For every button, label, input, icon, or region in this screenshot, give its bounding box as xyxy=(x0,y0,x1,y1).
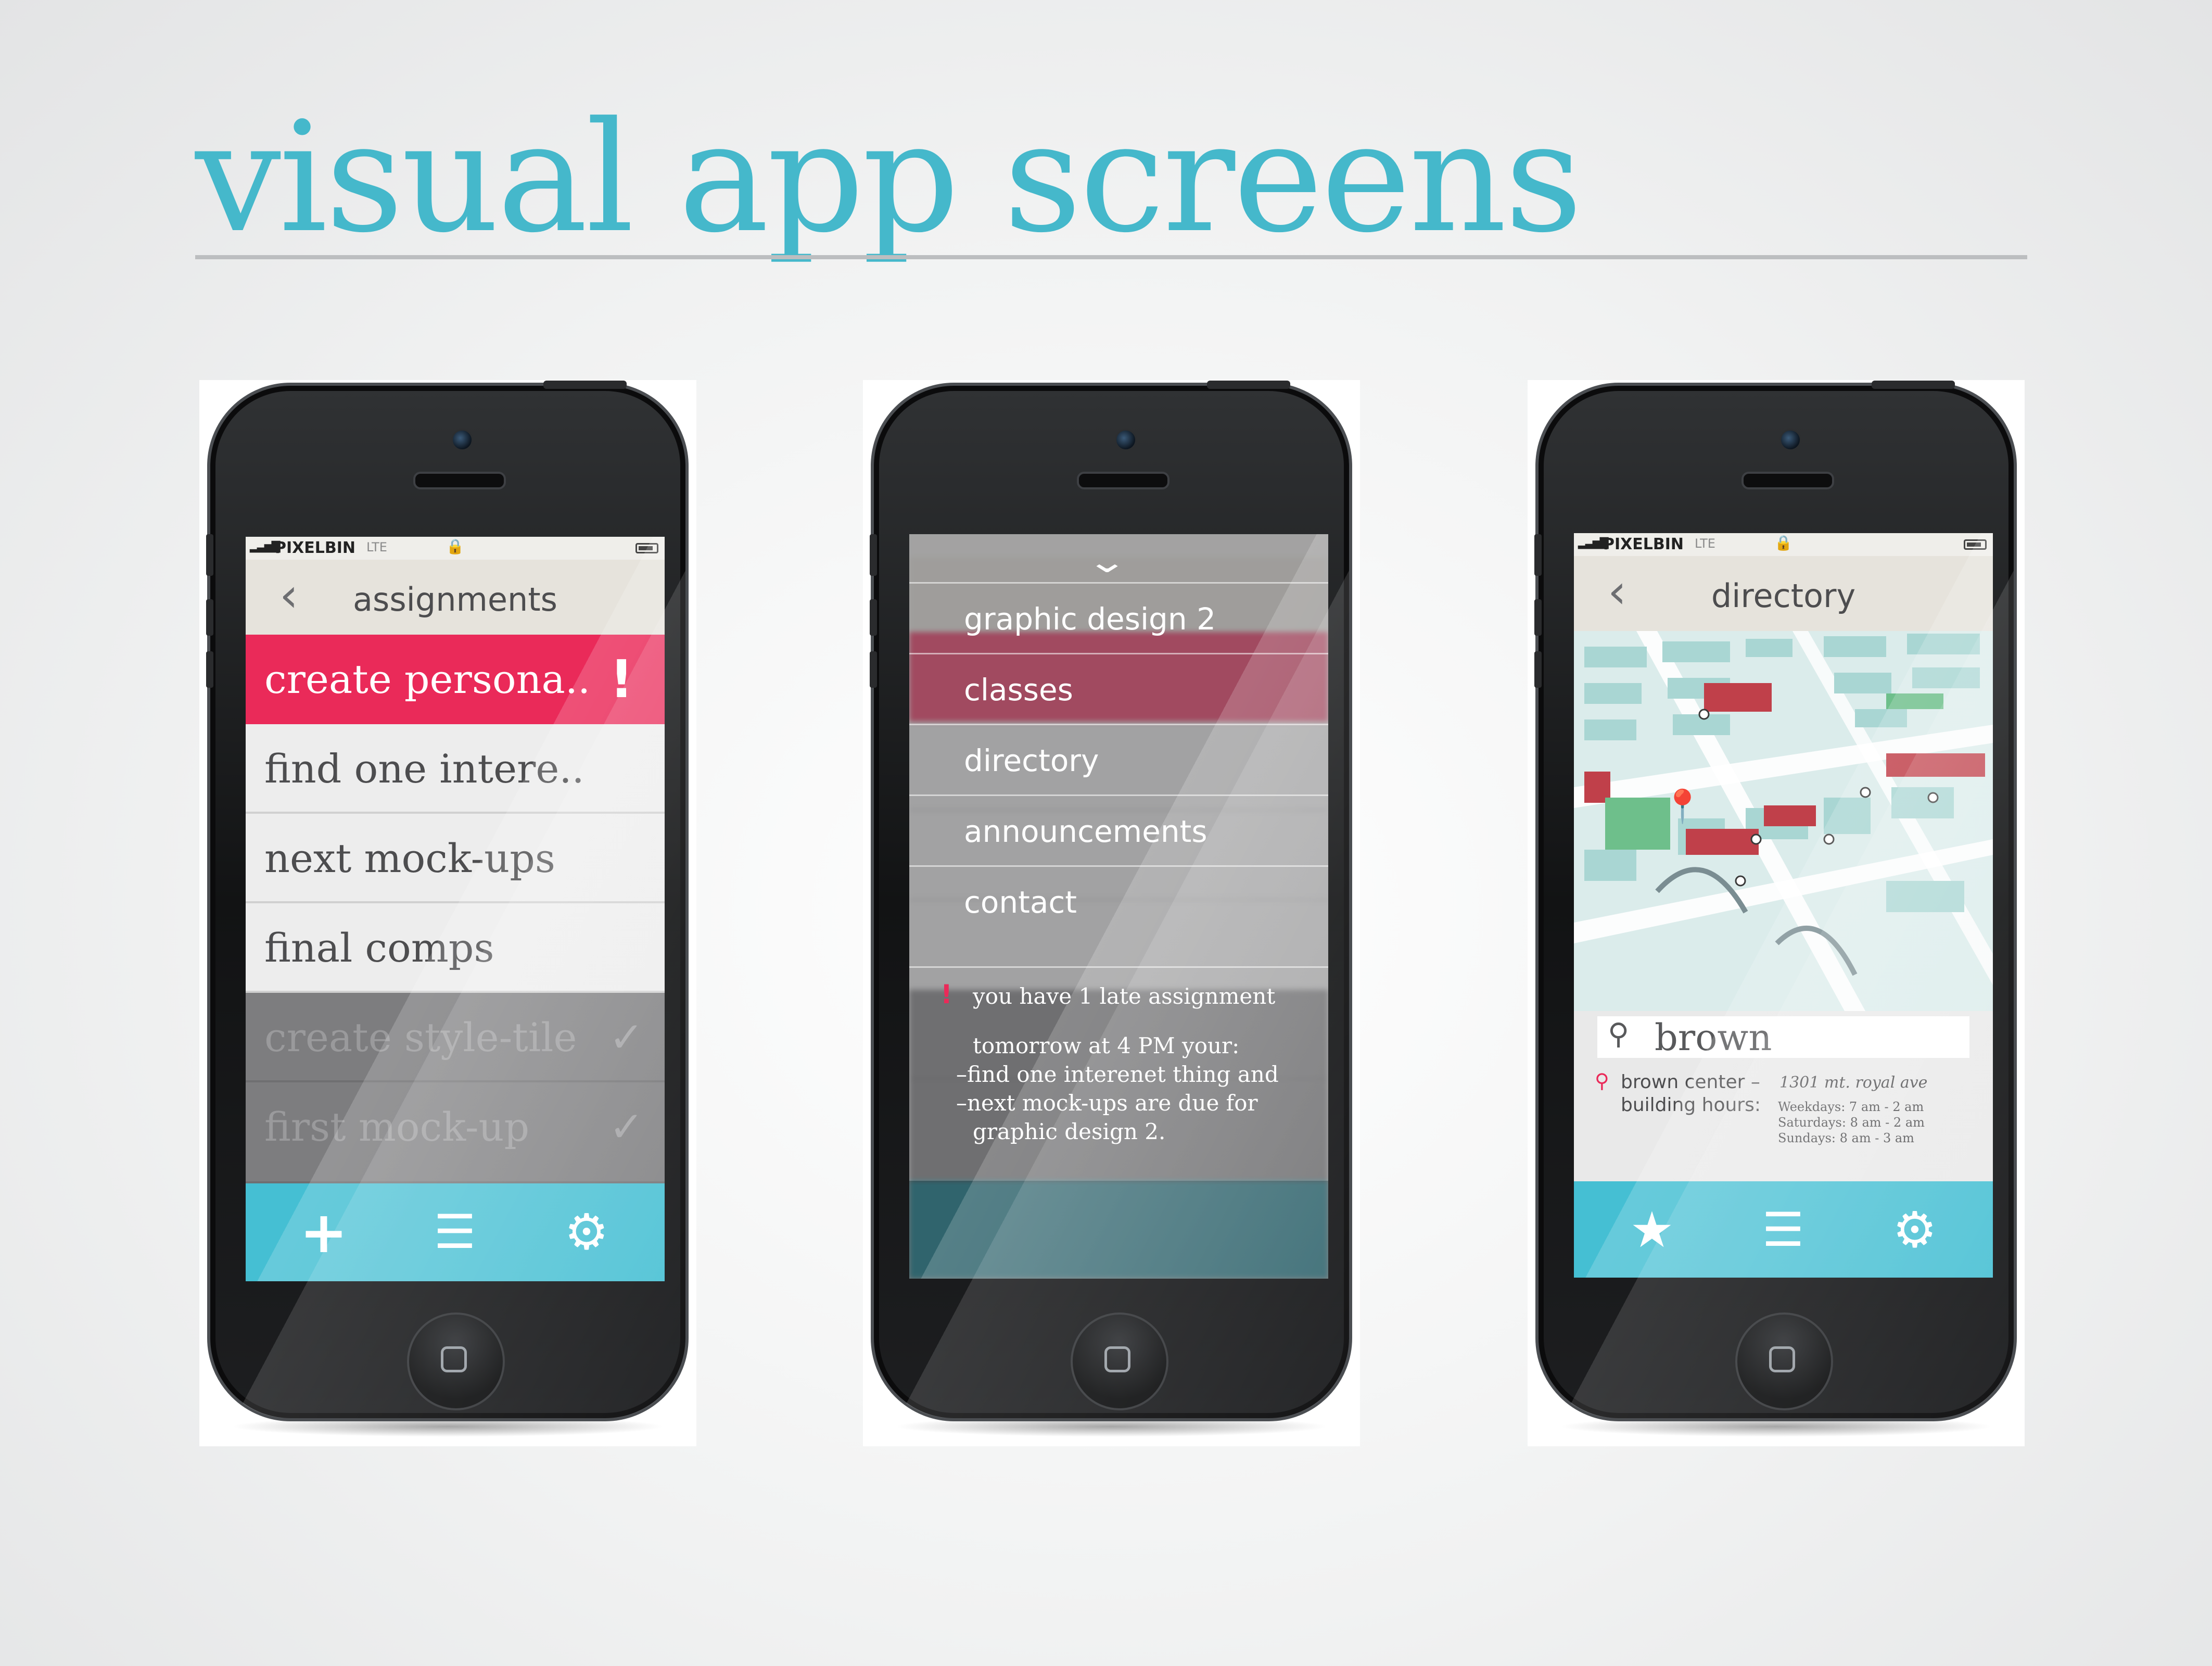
result-name: brown center – xyxy=(1621,1071,1760,1093)
check-icon: ✓ xyxy=(608,1103,644,1151)
front-camera xyxy=(1115,429,1137,451)
network-label: LTE xyxy=(1695,536,1715,551)
front-camera xyxy=(451,429,473,451)
battery-icon xyxy=(1964,539,1987,550)
list-item-done[interactable]: first mock-up ✓ xyxy=(246,1082,665,1183)
volume-up-button xyxy=(870,599,877,636)
location-pin-icon: ⚲ xyxy=(1595,1069,1609,1092)
nav-title: assignments xyxy=(353,580,557,619)
list-item[interactable]: next mock-ups xyxy=(246,814,665,903)
search-input[interactable]: ⚲ brown xyxy=(1597,1016,1969,1059)
hours-line: Saturdays: 8 am - 2 am xyxy=(1778,1115,1925,1130)
hours-line: Sundays: 8 am - 3 am xyxy=(1778,1131,1914,1145)
alert-icon: ! xyxy=(940,979,952,1009)
list-item-urgent[interactable]: create persona.. ! xyxy=(246,635,665,724)
lock-icon: 🔒 xyxy=(446,538,464,555)
power-button xyxy=(543,381,627,389)
menu-item-graphic-design[interactable]: graphic design 2 xyxy=(909,582,1328,653)
phone-menu: ⌄ graphic design 2 classes directory ann… xyxy=(863,380,1360,1446)
list-item-label: create persona.. xyxy=(264,656,591,702)
search-icon: ⚲ xyxy=(1608,1017,1630,1051)
list-icon[interactable]: ☰ xyxy=(403,1183,507,1281)
star-icon[interactable]: ★ xyxy=(1600,1181,1704,1278)
menu-item-contact[interactable]: contact xyxy=(909,865,1328,936)
late-notice: ! you have 1 late assignment tomorrow at… xyxy=(909,966,1328,1144)
notice-line: –next mock-ups are due for xyxy=(956,1090,1258,1116)
campus-map[interactable]: 📍 xyxy=(1574,631,1993,1011)
app-screen: ▂▃▅▇ PIXELBIN LTE 🔒 ‹ assignments create… xyxy=(246,537,665,1281)
list-item-label: final comps xyxy=(264,925,494,971)
list-item-label: next mock-ups xyxy=(264,835,555,881)
mute-switch xyxy=(870,534,877,576)
late-assignment-text: you have 1 late assignment xyxy=(973,983,1276,1009)
carrier-label: PIXELBIN xyxy=(1603,535,1684,553)
result-address: 1301 mt. royal ave xyxy=(1779,1074,1928,1092)
power-button xyxy=(1207,381,1290,389)
search-value: brown xyxy=(1655,1016,1772,1059)
volume-down-button xyxy=(1534,651,1542,688)
app-screen: ▂▃▅▇ PIXELBIN LTE 🔒 ‹ directory 📍 ⚲ brow… xyxy=(1574,533,1993,1278)
network-label: LTE xyxy=(366,540,387,554)
home-button[interactable] xyxy=(1735,1312,1833,1410)
phone-frame: ▂▃▅▇ PIXELBIN LTE 🔒 ‹ directory 📍 ⚲ brow… xyxy=(1534,381,2017,1421)
menu-item-classes[interactable]: classes xyxy=(909,653,1328,724)
chevron-down-icon[interactable]: ⌄ xyxy=(1086,544,1128,580)
volume-up-button xyxy=(206,599,213,636)
gear-icon[interactable]: ⚙ xyxy=(535,1183,639,1281)
tab-bar: + ☰ ⚙ xyxy=(246,1183,665,1281)
home-button[interactable] xyxy=(1071,1312,1168,1410)
phone-assignments: ▂▃▅▇ PIXELBIN LTE 🔒 ‹ assignments create… xyxy=(199,380,696,1446)
nav-title: directory xyxy=(1711,577,1856,615)
hours-line: Weekdays: 7 am - 2 am xyxy=(1778,1100,1924,1114)
volume-up-button xyxy=(1534,599,1542,636)
mute-switch xyxy=(1534,534,1542,576)
phone-frame: ▂▃▅▇ PIXELBIN LTE 🔒 ‹ assignments create… xyxy=(206,381,689,1421)
home-button[interactable] xyxy=(407,1312,505,1410)
hours-label: building hours: xyxy=(1621,1094,1761,1116)
list-item[interactable]: find one intere.. xyxy=(246,724,665,814)
list-item-label: find one intere.. xyxy=(264,746,584,792)
menu-item-directory[interactable]: directory xyxy=(909,724,1328,794)
power-button xyxy=(1872,381,1955,389)
list-item-done[interactable]: create style-tile ✓ xyxy=(246,993,665,1082)
phone-frame: ⌄ graphic design 2 classes directory ann… xyxy=(870,381,1352,1421)
menu-item-announcements[interactable]: announcements xyxy=(909,794,1328,865)
mute-switch xyxy=(206,534,213,576)
status-bar: ▂▃▅▇ PIXELBIN LTE 🔒 xyxy=(1574,533,1993,556)
earpiece-speaker xyxy=(1741,472,1834,489)
map-illustration xyxy=(1574,631,1993,1011)
notice-line: –find one interenet thing and xyxy=(956,1062,1279,1087)
nav-bar: ‹ assignments xyxy=(246,560,665,635)
front-camera xyxy=(1779,429,1801,451)
lock-icon: 🔒 xyxy=(1774,534,1793,551)
notice-line: graphic design 2. xyxy=(973,1119,1166,1144)
list-item[interactable]: final comps xyxy=(246,903,665,993)
nav-bar: ‹ directory xyxy=(1574,556,1993,631)
alert-icon: ! xyxy=(609,649,633,710)
earpiece-speaker xyxy=(1077,472,1169,489)
title-divider xyxy=(195,255,2027,259)
gear-icon[interactable]: ⚙ xyxy=(1863,1181,1967,1278)
list-item-label: create style-tile xyxy=(264,1014,577,1061)
phone-directory: ▂▃▅▇ PIXELBIN LTE 🔒 ‹ directory 📍 ⚲ brow… xyxy=(1528,380,2025,1446)
volume-down-button xyxy=(206,651,213,688)
tab-bar: ★ ☰ ⚙ xyxy=(1574,1181,1993,1278)
list-icon[interactable]: ☰ xyxy=(1731,1181,1835,1278)
plus-icon[interactable]: + xyxy=(272,1183,376,1281)
volume-down-button xyxy=(870,651,877,688)
status-bar: ▂▃▅▇ PIXELBIN LTE 🔒 xyxy=(246,537,665,560)
carrier-label: PIXELBIN xyxy=(275,539,356,557)
battery-icon xyxy=(635,543,658,553)
list-item-label: first mock-up xyxy=(264,1104,530,1150)
notice-line: tomorrow at 4 PM your: xyxy=(973,1033,1240,1058)
page-title: visual app screens xyxy=(195,89,1583,266)
location-pin-icon[interactable]: 📍 xyxy=(1662,787,1702,826)
check-icon: ✓ xyxy=(608,1013,644,1062)
earpiece-speaker xyxy=(413,472,506,489)
app-screen: ⌄ graphic design 2 classes directory ann… xyxy=(909,534,1328,1279)
